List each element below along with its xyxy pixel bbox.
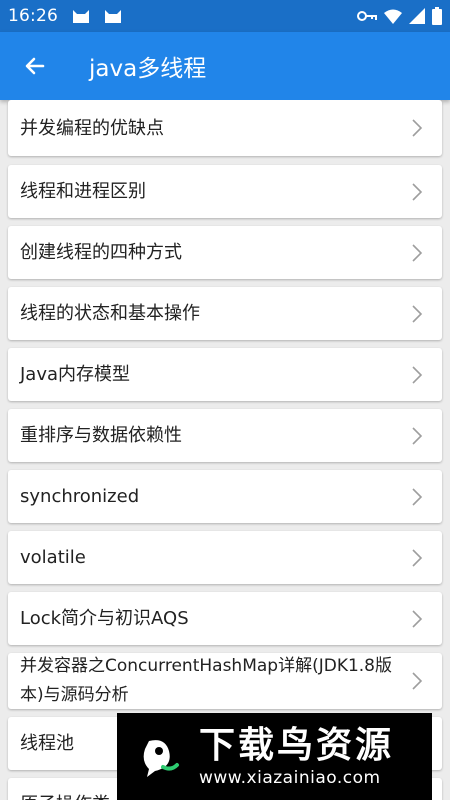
arrow-left-icon — [25, 57, 45, 75]
list-item[interactable]: Lock简介与初识AQS — [8, 592, 442, 645]
topic-list: 并发编程的优缺点 线程和进程区别 创建线程的四种方式 线程的状态和基本操作 Ja… — [0, 100, 450, 800]
list-item-label: 线程和进程区别 — [20, 181, 146, 202]
cat-icon — [105, 10, 121, 23]
cat-icon — [73, 10, 89, 23]
list-item-label: 线程的状态和基本操作 — [20, 303, 200, 324]
list-item[interactable]: Java内存模型 — [8, 348, 442, 401]
chevron-right-icon — [412, 426, 423, 445]
wifi-icon — [384, 9, 402, 24]
list-item-label: volatile — [20, 547, 86, 568]
watermark-banner: 下载鸟资源 www.xiazainiao.com — [117, 713, 432, 800]
notification-icons — [72, 8, 122, 24]
bird-logo-icon — [131, 728, 187, 785]
back-button[interactable] — [17, 48, 53, 84]
page-title: java多线程 — [89, 56, 207, 82]
list-item[interactable]: 创建线程的四种方式 — [8, 226, 442, 279]
list-item[interactable]: 线程和进程区别 — [8, 165, 442, 218]
chevron-right-icon — [412, 182, 423, 201]
list-item[interactable]: volatile — [8, 531, 442, 584]
list-item-label: Java内存模型 — [20, 364, 131, 385]
list-item-label: 并发编程的优缺点 — [20, 117, 164, 139]
watermark-url: www.xiazainiao.com — [199, 767, 381, 788]
chevron-right-icon — [412, 243, 423, 262]
list-item[interactable]: 线程的状态和基本操作 — [8, 287, 442, 340]
list-item-label: 重排序与数据依赖性 — [20, 425, 182, 446]
status-bar: 16:26 — [0, 0, 450, 32]
signal-icon — [409, 8, 425, 24]
list-item-label: Lock简介与初识AQS — [20, 608, 189, 629]
chevron-right-icon — [412, 672, 423, 690]
chevron-right-icon — [412, 609, 423, 628]
chevron-right-icon — [412, 548, 423, 567]
app-bar: java多线程 — [0, 32, 450, 100]
status-time: 16:26 — [8, 6, 58, 26]
watermark-text: 下载鸟资源 www.xiazainiao.com — [199, 725, 394, 789]
list-item[interactable]: 重排序与数据依赖性 — [8, 409, 442, 462]
chevron-right-icon — [412, 365, 423, 384]
system-icons — [357, 7, 442, 25]
chevron-right-icon — [412, 304, 423, 323]
list-item-label: 并发容器之ConcurrentHashMap详解(JDK1.8版本)与源码分析 — [20, 656, 392, 705]
list-item-label: 创建线程的四种方式 — [20, 242, 182, 263]
list-item[interactable]: 并发编程的优缺点 — [8, 100, 442, 156]
chevron-right-icon — [412, 119, 423, 137]
key-icon — [357, 11, 377, 21]
list-item[interactable]: 并发容器之ConcurrentHashMap详解(JDK1.8版本)与源码分析 — [8, 653, 442, 709]
list-item[interactable]: synchronized — [8, 470, 442, 523]
chevron-right-icon — [412, 487, 423, 506]
battery-icon — [432, 7, 442, 25]
list-item-label: synchronized — [20, 486, 140, 507]
watermark-name: 下载鸟资源 — [199, 724, 395, 766]
